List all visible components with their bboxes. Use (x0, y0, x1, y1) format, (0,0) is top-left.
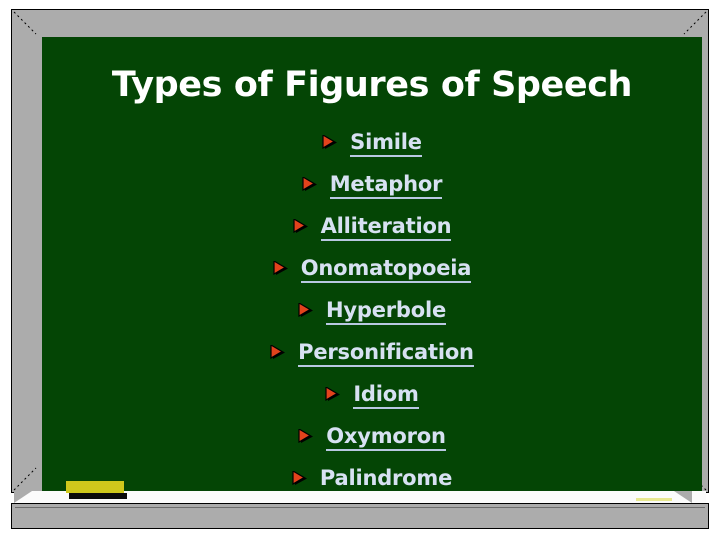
slide-title: Types of Figures of Speech (111, 65, 633, 105)
list-item[interactable]: Personification (42, 333, 702, 375)
triangle-right-icon (322, 134, 338, 149)
list-item[interactable]: Metaphor (42, 165, 702, 207)
list-item-label[interactable]: Onomatopoeia (300, 256, 471, 284)
triangle-right-icon (302, 176, 318, 191)
bullet-row[interactable]: Personification (270, 333, 474, 375)
triangle-right-icon (292, 218, 309, 233)
chalk-tray-wedge-right (674, 491, 692, 503)
bullet-row[interactable]: Metaphor (302, 165, 442, 207)
chalk-tray-groove (15, 507, 705, 525)
list-item-label[interactable]: Alliteration (320, 214, 452, 242)
list-item-label[interactable]: Simile (350, 130, 422, 158)
bullet-row[interactable]: Hyperbole (298, 291, 446, 333)
chalk-stick[interactable] (636, 498, 672, 501)
eraser-felt (66, 481, 124, 493)
list-item-label[interactable]: Metaphor (329, 172, 442, 200)
figures-of-speech-list: Simile Metaphor Alliteration Onomatopoei… (42, 123, 702, 501)
eraser-base (69, 493, 127, 499)
list-item[interactable]: Onomatopoeia (42, 249, 702, 291)
triangle-right-icon (298, 428, 314, 443)
list-item-label[interactable]: Personification (298, 340, 474, 368)
slide-canvas: Types of Figures of Speech Simile Metaph… (0, 0, 720, 540)
chalk-tray-wedge-left (14, 491, 32, 503)
triangle-right-icon (270, 344, 286, 359)
chalkboard-writing-surface: Types of Figures of Speech Simile Metaph… (42, 37, 702, 501)
list-item-label[interactable]: Idiom (353, 382, 419, 410)
triangle-right-icon (298, 302, 314, 317)
chalkboard-eraser[interactable] (66, 481, 127, 499)
list-item[interactable]: Alliteration (42, 207, 702, 249)
bullet-row[interactable]: Idiom (325, 375, 419, 417)
list-item[interactable]: Oxymoron (42, 417, 702, 459)
list-item[interactable]: Simile (42, 123, 702, 165)
list-item-label[interactable]: Hyperbole (326, 298, 446, 326)
chalk-tray (11, 503, 709, 529)
triangle-right-icon (292, 470, 308, 485)
list-item-label[interactable]: Palindrome (319, 466, 452, 494)
bullet-row[interactable]: Onomatopoeia (273, 249, 471, 291)
triangle-right-icon (273, 260, 289, 275)
list-item[interactable]: Hyperbole (42, 291, 702, 333)
bullet-row[interactable]: Oxymoron (298, 417, 446, 459)
triangle-right-icon (325, 386, 341, 401)
list-item-label[interactable]: Oxymoron (326, 424, 446, 452)
bullet-row[interactable]: Alliteration (292, 207, 452, 249)
list-item[interactable]: Idiom (42, 375, 702, 417)
chalkboard-frame: Types of Figures of Speech Simile Metaph… (11, 9, 709, 501)
bullet-row[interactable]: Simile (322, 123, 422, 165)
